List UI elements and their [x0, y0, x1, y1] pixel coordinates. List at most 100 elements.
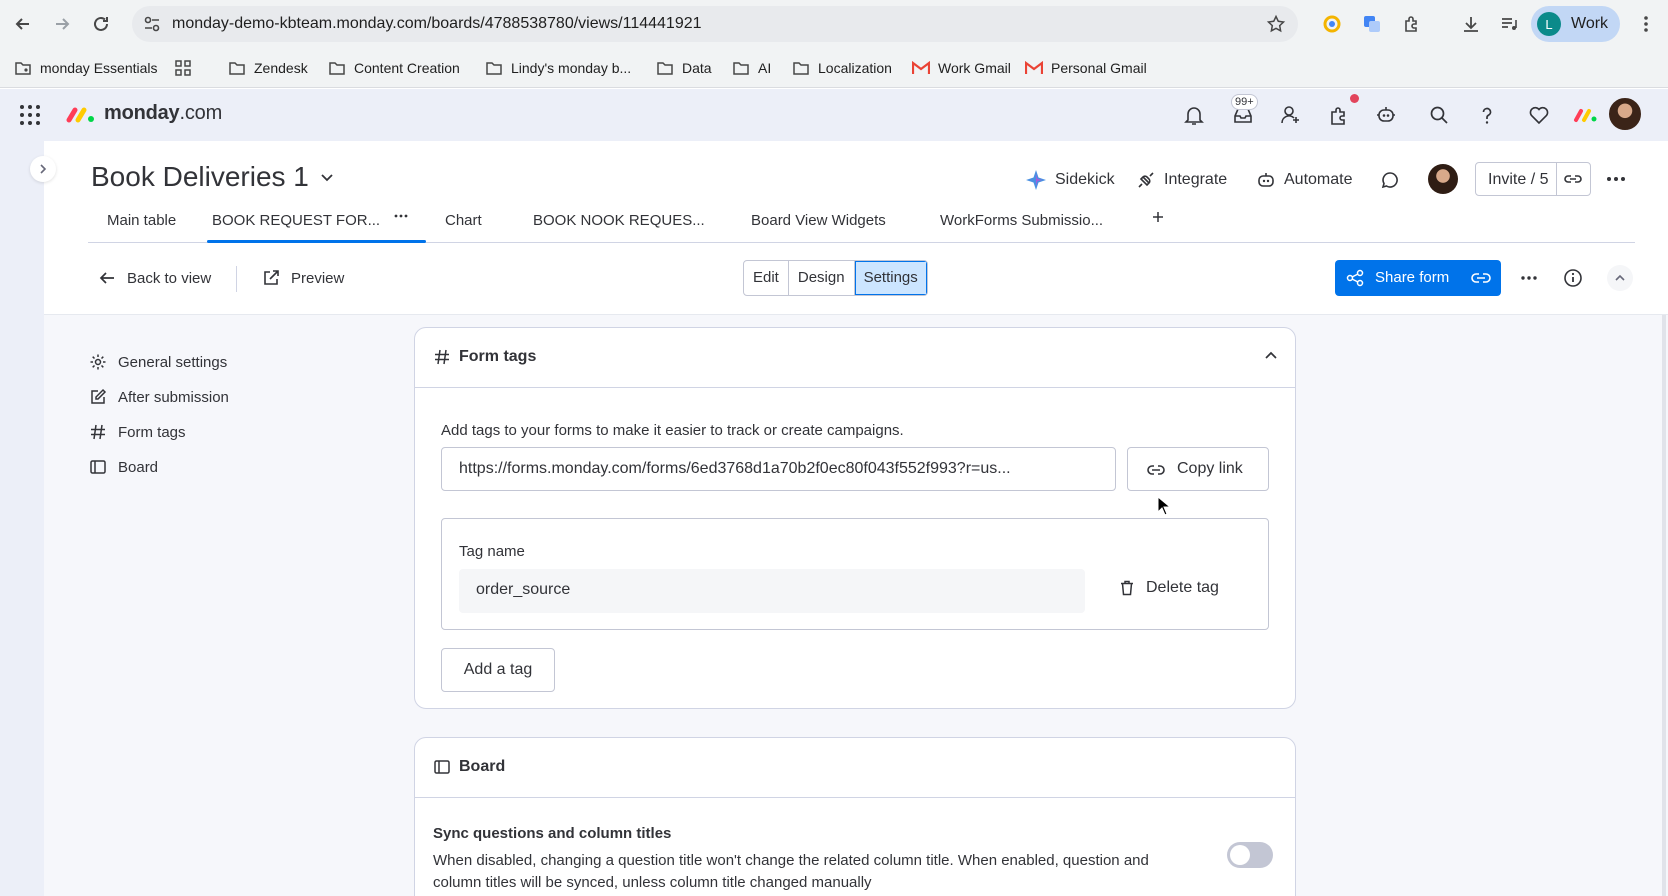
folder-icon	[732, 59, 750, 77]
form-tags-card-header[interactable]: Form tags	[415, 328, 1295, 388]
trash-icon	[1118, 579, 1136, 597]
forward-arrow-icon[interactable]	[50, 12, 74, 36]
monday-logo[interactable]: monday.com	[66, 102, 222, 125]
delete-tag-button[interactable]: Delete tag	[1118, 579, 1219, 597]
give-feedback-heart-icon[interactable]	[1527, 103, 1551, 127]
invite-label: Invite / 5	[1488, 171, 1549, 188]
collapse-header-chevron-up-icon[interactable]	[1607, 265, 1633, 291]
help-icon[interactable]	[1475, 103, 1499, 127]
tab-chart[interactable]: Chart	[445, 212, 482, 229]
back-to-view-button[interactable]: Back to view	[97, 268, 211, 288]
edit-mode-button[interactable]: Edit	[744, 261, 789, 295]
settings-scrollbar[interactable]	[1662, 315, 1666, 896]
workspace-logo-icon[interactable]	[1573, 103, 1597, 127]
side-nav-general-settings[interactable]: General settings	[88, 350, 227, 374]
invite-member-icon[interactable]	[1279, 103, 1303, 127]
back-arrow-icon[interactable]	[11, 12, 35, 36]
tab-book-nook-requests[interactable]: BOOK NOOK REQUES...	[533, 212, 705, 229]
marketplace-notification-dot	[1350, 94, 1359, 103]
tag-name-label: Tag name	[459, 543, 525, 560]
ai-assistant-bot-icon[interactable]	[1374, 103, 1398, 127]
link-icon[interactable]	[1470, 268, 1492, 288]
bookmark-personal-gmail[interactable]: Personal Gmail	[1025, 58, 1147, 78]
form-url-field[interactable]: https://forms.monday.com/forms/6ed3768d1…	[441, 447, 1116, 491]
marketplace-puzzle-icon[interactable]	[1327, 103, 1351, 127]
board-icon	[88, 457, 108, 477]
url-text: monday-demo-kbteam.monday.com/boards/478…	[172, 15, 702, 32]
user-avatar[interactable]	[1607, 96, 1643, 132]
folder-icon	[485, 59, 503, 77]
tab-book-request-form[interactable]: BOOK REQUEST FOR...	[212, 212, 380, 229]
reload-icon[interactable]	[89, 12, 113, 36]
notifications-bell-icon[interactable]	[1182, 103, 1206, 127]
tab-options-more-icon[interactable]	[393, 208, 409, 224]
bookmark-zendesk[interactable]: Zendesk	[228, 58, 308, 78]
invite-button[interactable]: Invite / 5	[1475, 162, 1591, 196]
integrate-button[interactable]: Integrate	[1136, 168, 1227, 192]
copy-board-link-icon[interactable]	[1562, 168, 1584, 190]
robot-icon	[1256, 170, 1276, 190]
site-settings-icon[interactable]	[142, 14, 162, 34]
tab-board-view-widgets[interactable]: Board View Widgets	[751, 212, 886, 229]
extensions-puzzle-icon[interactable]	[1400, 12, 1424, 36]
automate-button[interactable]: Automate	[1256, 168, 1352, 192]
board-settings-card: Board Sync questions and column titles W…	[414, 737, 1296, 896]
copy-link-label: Copy link	[1177, 460, 1243, 477]
side-nav-form-tags[interactable]: Form tags	[88, 420, 186, 444]
updates-comment-icon[interactable]	[1380, 168, 1400, 192]
bookmark-ai[interactable]: AI	[732, 58, 771, 78]
folder-icon	[656, 59, 674, 77]
design-mode-button[interactable]: Design	[789, 261, 855, 295]
preview-button[interactable]: Preview	[261, 268, 344, 288]
apps-grid-icon[interactable]	[174, 58, 192, 78]
add-tag-button[interactable]: Add a tag	[441, 648, 555, 692]
sidekick-button[interactable]: Sidekick	[1025, 168, 1115, 192]
invite-divider	[1556, 163, 1557, 195]
info-icon[interactable]	[1561, 266, 1585, 290]
tag-name-input[interactable]: order_source	[459, 569, 1085, 613]
board-icon	[433, 758, 451, 776]
media-queue-icon[interactable]	[1497, 12, 1521, 36]
folder-icon	[328, 59, 346, 77]
share-form-button[interactable]: Share form	[1335, 260, 1501, 296]
side-nav-label: General settings	[118, 353, 228, 371]
bookmark-lindys-monday[interactable]: Lindy's monday b...	[485, 58, 631, 78]
form-more-options-icon[interactable]	[1517, 266, 1541, 290]
form-mode-switcher: Edit Design Settings	[743, 260, 928, 296]
brand-name: monday.com	[104, 102, 223, 124]
board-title[interactable]: Book Deliveries 1	[91, 161, 335, 193]
download-icon[interactable]	[1459, 12, 1483, 36]
form-tags-description: Add tags to your forms to make it easier…	[441, 422, 904, 439]
expand-sidebar-chevron-icon[interactable]	[30, 156, 56, 182]
browser-menu-icon[interactable]	[1634, 12, 1658, 36]
search-icon[interactable]	[1427, 103, 1451, 127]
address-bar[interactable]: monday-demo-kbteam.monday.com/boards/478…	[132, 6, 1298, 42]
board-member-avatar[interactable]	[1428, 164, 1458, 194]
add-view-plus-icon[interactable]	[1151, 210, 1165, 224]
side-nav-after-submission[interactable]: After submission	[88, 385, 229, 409]
sync-titles-toggle[interactable]	[1227, 842, 1273, 868]
board-menu-more-icon[interactable]	[1605, 168, 1627, 190]
bookmark-content-creation[interactable]: Content Creation	[328, 58, 460, 78]
integrate-label: Integrate	[1164, 171, 1228, 188]
bookmark-data[interactable]: Data	[656, 58, 712, 78]
tab-workforms-submissions[interactable]: WorkForms Submissio...	[940, 212, 1103, 229]
chrome-extension-color-icon[interactable]	[1320, 12, 1344, 36]
settings-mode-button[interactable]: Settings	[854, 261, 927, 295]
chevron-up-icon[interactable]	[1263, 348, 1279, 364]
app-switcher-grid-icon[interactable]	[18, 103, 42, 127]
board-card-header[interactable]: Board	[415, 738, 1295, 798]
side-nav-board[interactable]: Board	[88, 455, 158, 479]
bookmark-monday-essentials[interactable]: monday Essentials	[14, 58, 158, 78]
form-tags-card: Form tags Add tags to your forms to make…	[414, 327, 1296, 709]
bookmark-localization[interactable]: Localization	[792, 58, 892, 78]
bookmark-label: Data	[682, 60, 712, 76]
browser-profile-chip[interactable]: L Work	[1531, 6, 1620, 42]
chevron-down-icon[interactable]	[319, 169, 335, 185]
arrow-left-icon	[97, 268, 117, 288]
bookmark-work-gmail[interactable]: Work Gmail	[912, 58, 1011, 78]
translate-icon[interactable]	[1360, 12, 1384, 36]
copy-link-button[interactable]: Copy link	[1127, 447, 1269, 491]
tab-main-table[interactable]: Main table	[107, 212, 176, 229]
bookmark-star-icon[interactable]	[1266, 14, 1286, 34]
